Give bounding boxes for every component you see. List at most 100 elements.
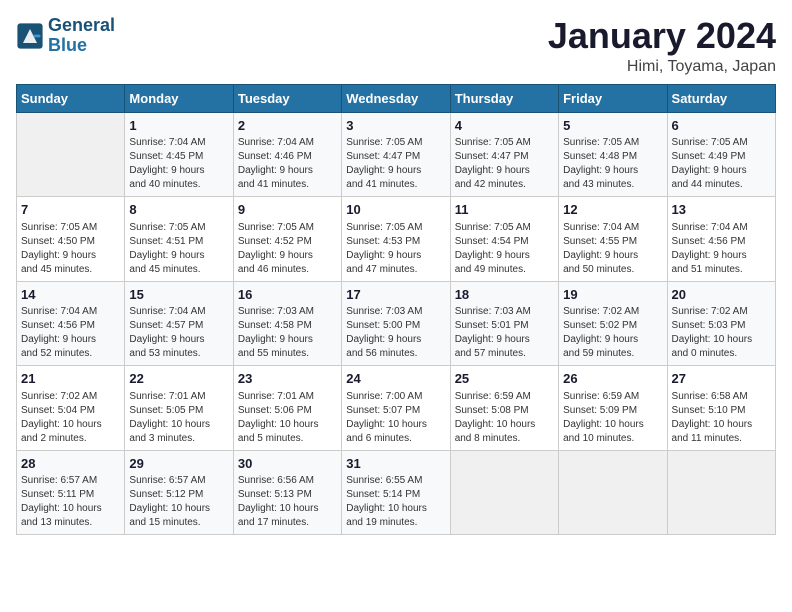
day-info: Sunrise: 7:03 AM Sunset: 4:58 PM Dayligh… [238, 305, 337, 361]
day-info: Sunrise: 7:04 AM Sunset: 4:56 PM Dayligh… [21, 305, 120, 361]
calendar-cell: 17Sunrise: 7:03 AM Sunset: 5:00 PM Dayli… [342, 281, 450, 366]
calendar-header-row: SundayMondayTuesdayWednesdayThursdayFrid… [17, 84, 776, 112]
calendar-cell: 19Sunrise: 7:02 AM Sunset: 5:02 PM Dayli… [559, 281, 667, 366]
day-number: 11 [455, 201, 554, 219]
title-area: January 2024 Himi, Toyama, Japan [548, 16, 776, 76]
calendar-cell [559, 450, 667, 535]
calendar-cell: 6Sunrise: 7:05 AM Sunset: 4:49 PM Daylig… [667, 112, 775, 197]
day-info: Sunrise: 6:58 AM Sunset: 5:10 PM Dayligh… [672, 390, 771, 446]
day-number: 25 [455, 370, 554, 388]
calendar-cell: 25 Sunrise: 6:59 AM Sunset: 5:08 PM Dayli… [450, 366, 558, 451]
calendar-cell: 11 Sunrise: 7:05 AM Sunset: 4:54 PM Dayli… [450, 197, 558, 282]
calendar-cell: 10Sunrise: 7:05 AM Sunset: 4:53 PM Dayli… [342, 197, 450, 282]
day-number: 23 [238, 370, 337, 388]
day-info: Sunrise: 7:04 AM Sunset: 4:57 PM Dayligh… [129, 305, 228, 361]
calendar-cell: 3Sunrise: 7:05 AM Sunset: 4:47 PM Daylig… [342, 112, 450, 197]
calendar-cell: 28Sunrise: 6:57 AM Sunset: 5:11 PM Dayli… [17, 450, 125, 535]
calendar-cell [450, 450, 558, 535]
day-info: Sunrise: 7:05 AM Sunset: 4:48 PM Dayligh… [563, 136, 662, 192]
calendar-cell: 12 Sunrise: 7:04 AM Sunset: 4:55 PM Dayli… [559, 197, 667, 282]
day-number: 21 [21, 370, 120, 388]
calendar-cell: 8Sunrise: 7:05 AM Sunset: 4:51 PM Daylig… [125, 197, 233, 282]
day-info: Sunrise: 6:59 AM Sunset: 5:08 PM Dayligh… [455, 390, 554, 446]
day-info: Sunrise: 7:05 AM Sunset: 4:53 PM Dayligh… [346, 221, 445, 277]
day-info: Sunrise: 7:04 AM Sunset: 4:46 PM Dayligh… [238, 136, 337, 192]
day-number: 24 [346, 370, 445, 388]
calendar-title: January 2024 [548, 16, 776, 56]
day-number: 18 [455, 286, 554, 304]
day-info: Sunrise: 6:57 AM Sunset: 5:12 PM Dayligh… [129, 474, 228, 530]
day-info: Sunrise: 7:05 AM Sunset: 4:49 PM Dayligh… [672, 136, 771, 192]
day-info: Sunrise: 7:01 AM Sunset: 5:06 PM Dayligh… [238, 390, 337, 446]
logo-blue: Blue [48, 35, 87, 55]
day-number: 5 [563, 117, 662, 135]
day-number: 16 [238, 286, 337, 304]
day-info: Sunrise: 7:04 AM Sunset: 4:56 PM Dayligh… [672, 221, 771, 277]
day-number: 19 [563, 286, 662, 304]
calendar-cell: 22Sunrise: 7:01 AM Sunset: 5:05 PM Dayli… [125, 366, 233, 451]
calendar-cell: 29Sunrise: 6:57 AM Sunset: 5:12 PM Dayli… [125, 450, 233, 535]
calendar-cell: 26Sunrise: 6:59 AM Sunset: 5:09 PM Dayli… [559, 366, 667, 451]
day-info: Sunrise: 7:01 AM Sunset: 5:05 PM Dayligh… [129, 390, 228, 446]
calendar-cell: 18Sunrise: 7:03 AM Sunset: 5:01 PM Dayli… [450, 281, 558, 366]
header-day-wednesday: Wednesday [342, 84, 450, 112]
calendar-cell: 16Sunrise: 7:03 AM Sunset: 4:58 PM Dayli… [233, 281, 341, 366]
calendar-cell: 7 Sunrise: 7:05 AM Sunset: 4:50 PM Daylig… [17, 197, 125, 282]
day-info: Sunrise: 7:02 AM Sunset: 5:04 PM Dayligh… [21, 390, 120, 446]
day-number: 28 [21, 455, 120, 473]
header-day-sunday: Sunday [17, 84, 125, 112]
day-info: Sunrise: 7:03 AM Sunset: 5:00 PM Dayligh… [346, 305, 445, 361]
calendar-week-4: 28Sunrise: 6:57 AM Sunset: 5:11 PM Dayli… [17, 450, 776, 535]
day-number: 9 [238, 201, 337, 219]
logo: General Blue [16, 16, 115, 56]
day-number: 2 [238, 117, 337, 135]
day-info: Sunrise: 7:05 AM Sunset: 4:47 PM Dayligh… [455, 136, 554, 192]
day-number: 15 [129, 286, 228, 304]
calendar-week-3: 21 Sunrise: 7:02 AM Sunset: 5:04 PM Dayli… [17, 366, 776, 451]
day-info: Sunrise: 6:57 AM Sunset: 5:11 PM Dayligh… [21, 474, 120, 530]
logo-text: General Blue [48, 16, 115, 56]
day-info: Sunrise: 7:03 AM Sunset: 5:01 PM Dayligh… [455, 305, 554, 361]
calendar-cell: 21 Sunrise: 7:02 AM Sunset: 5:04 PM Dayli… [17, 366, 125, 451]
day-info: Sunrise: 7:00 AM Sunset: 5:07 PM Dayligh… [346, 390, 445, 446]
calendar-cell: 30Sunrise: 6:56 AM Sunset: 5:13 PM Dayli… [233, 450, 341, 535]
day-number: 30 [238, 455, 337, 473]
calendar-cell: 9 Sunrise: 7:05 AM Sunset: 4:52 PM Daylig… [233, 197, 341, 282]
day-number: 3 [346, 117, 445, 135]
day-info: Sunrise: 6:59 AM Sunset: 5:09 PM Dayligh… [563, 390, 662, 446]
header-day-monday: Monday [125, 84, 233, 112]
day-info: Sunrise: 7:05 AM Sunset: 4:47 PM Dayligh… [346, 136, 445, 192]
day-number: 29 [129, 455, 228, 473]
day-number: 7 [21, 201, 120, 219]
header: General Blue January 2024 Himi, Toyama, … [16, 16, 776, 76]
day-info: Sunrise: 7:05 AM Sunset: 4:50 PM Dayligh… [21, 221, 120, 277]
calendar-cell: 5Sunrise: 7:05 AM Sunset: 4:48 PM Daylig… [559, 112, 667, 197]
day-info: Sunrise: 7:05 AM Sunset: 4:52 PM Dayligh… [238, 221, 337, 277]
calendar-cell: 2Sunrise: 7:04 AM Sunset: 4:46 PM Daylig… [233, 112, 341, 197]
calendar-cell: 4Sunrise: 7:05 AM Sunset: 4:47 PM Daylig… [450, 112, 558, 197]
day-number: 17 [346, 286, 445, 304]
calendar-table: SundayMondayTuesdayWednesdayThursdayFrid… [16, 84, 776, 536]
day-number: 27 [672, 370, 771, 388]
day-number: 1 [129, 117, 228, 135]
calendar-week-0: 1Sunrise: 7:04 AM Sunset: 4:45 PM Daylig… [17, 112, 776, 197]
header-day-thursday: Thursday [450, 84, 558, 112]
calendar-cell [17, 112, 125, 197]
header-day-friday: Friday [559, 84, 667, 112]
day-number: 13 [672, 201, 771, 219]
calendar-week-2: 14Sunrise: 7:04 AM Sunset: 4:56 PM Dayli… [17, 281, 776, 366]
calendar-week-1: 7 Sunrise: 7:05 AM Sunset: 4:50 PM Daylig… [17, 197, 776, 282]
calendar-cell: 20Sunrise: 7:02 AM Sunset: 5:03 PM Dayli… [667, 281, 775, 366]
day-info: Sunrise: 7:05 AM Sunset: 4:54 PM Dayligh… [455, 221, 554, 277]
day-info: Sunrise: 6:55 AM Sunset: 5:14 PM Dayligh… [346, 474, 445, 530]
day-number: 14 [21, 286, 120, 304]
day-info: Sunrise: 7:02 AM Sunset: 5:02 PM Dayligh… [563, 305, 662, 361]
day-number: 12 [563, 201, 662, 219]
day-info: Sunrise: 6:56 AM Sunset: 5:13 PM Dayligh… [238, 474, 337, 530]
day-number: 8 [129, 201, 228, 219]
header-day-saturday: Saturday [667, 84, 775, 112]
day-number: 20 [672, 286, 771, 304]
day-info: Sunrise: 7:04 AM Sunset: 4:55 PM Dayligh… [563, 221, 662, 277]
day-number: 6 [672, 117, 771, 135]
calendar-cell: 27 Sunrise: 6:58 AM Sunset: 5:10 PM Dayli… [667, 366, 775, 451]
